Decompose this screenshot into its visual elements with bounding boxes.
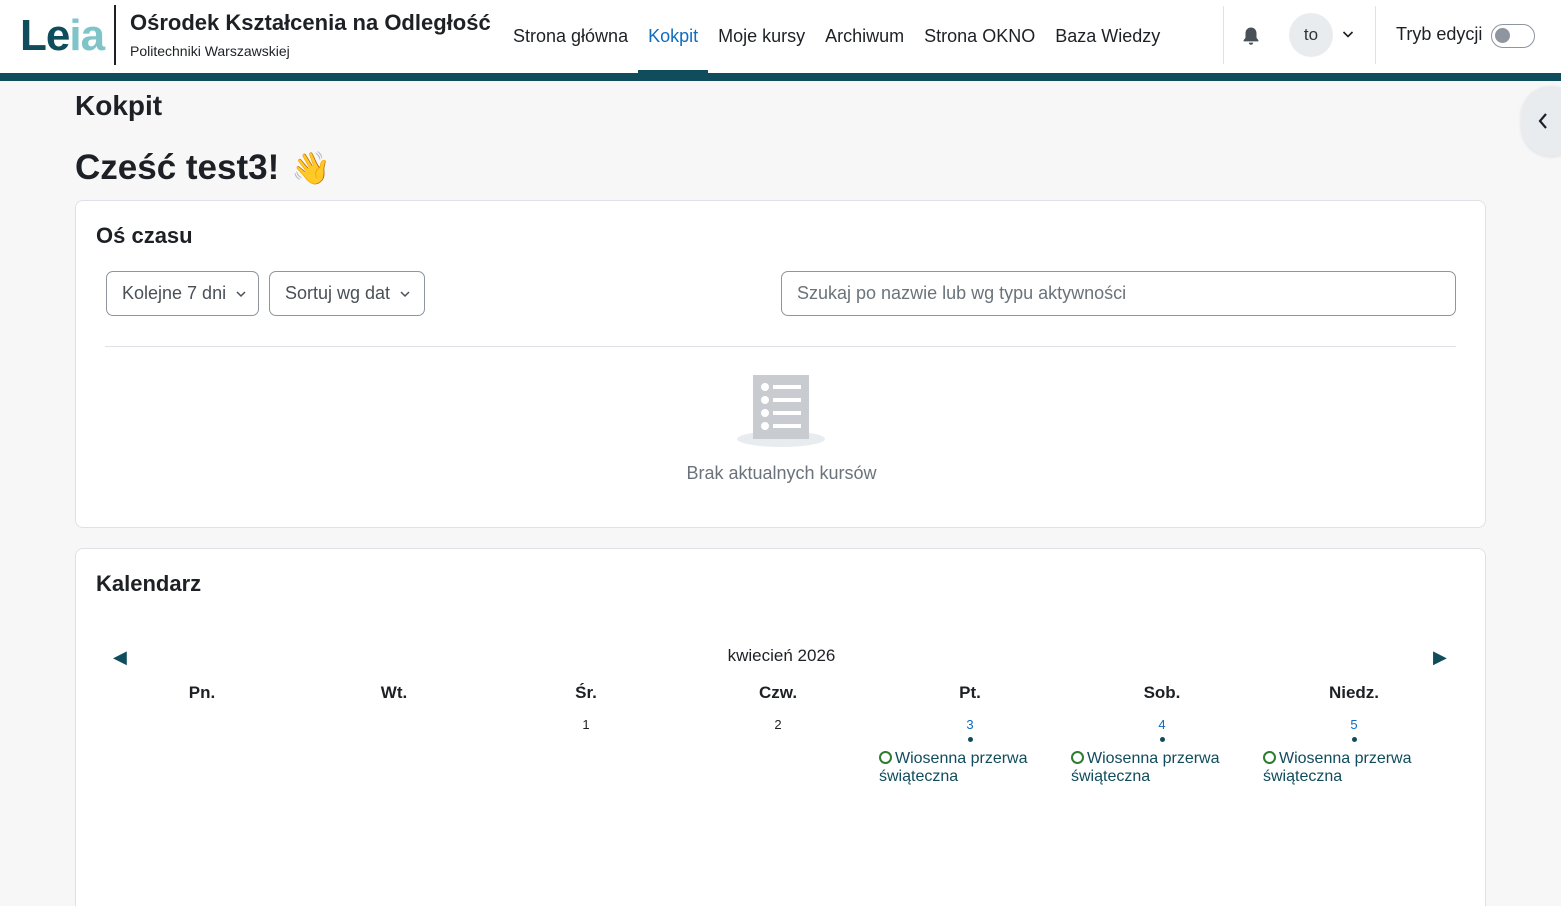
calendar-event[interactable]: Wiosenna przerwa świąteczna <box>1263 750 1450 786</box>
nav-link-my-courses[interactable]: Moje kursy <box>708 0 815 73</box>
event-dot <box>967 737 973 742</box>
weekday-label: Wt. <box>380 683 408 702</box>
calendar-day[interactable]: 3 Wiosenna przerwa świąteczna <box>874 717 1066 797</box>
calendar-grid: Pn. Wt. Śr. Czw. Pt. Sob. Niedz. 1 2 3 W… <box>106 683 1450 797</box>
event-dot <box>1351 737 1357 742</box>
event-circle-icon <box>1263 751 1276 764</box>
weekday-label: Pt. <box>959 683 981 702</box>
calendar-month-label: kwiecień 2026 <box>727 646 836 665</box>
weekday-label: Śr. <box>575 683 597 702</box>
timeline-block: Oś czasu Kolejne 7 dni Sortuj wg dat Bra… <box>75 200 1486 528</box>
nav-separator <box>1375 6 1376 64</box>
timeline-title: Oś czasu <box>96 223 193 248</box>
empty-list-icon <box>736 373 826 449</box>
nav-link-dashboard[interactable]: Kokpit <box>638 0 709 73</box>
calendar-day[interactable]: 2 <box>682 717 874 797</box>
user-menu-chevron-down-icon[interactable] <box>1341 27 1355 41</box>
chevron-down-icon <box>399 288 411 300</box>
event-title: Wiosenna przerwa świąteczna <box>1071 750 1220 785</box>
user-avatar[interactable]: to <box>1289 13 1333 57</box>
day-number-link[interactable]: 4 <box>1066 717 1258 733</box>
nav-link-knowledge-base[interactable]: Baza Wiedzy <box>1045 0 1170 73</box>
calendar-next-month-arrow-icon[interactable]: ▶ <box>1433 647 1447 668</box>
navbar-accent-stripe <box>0 73 1561 81</box>
calendar-day[interactable]: 1 <box>490 717 682 797</box>
leia-logo[interactable]: Le ia <box>20 11 105 60</box>
calendar-weekday-header: Pn. Wt. Śr. Czw. Pt. Sob. Niedz. <box>106 683 1450 703</box>
calendar-day-empty <box>106 717 298 797</box>
calendar-day-empty <box>298 717 490 797</box>
event-circle-icon <box>879 751 892 764</box>
timeline-range-dropdown[interactable]: Kolejne 7 dni <box>106 271 259 316</box>
primary-nav: Strona główna Kokpit Moje kursy Archiwum… <box>503 0 1170 73</box>
event-title: Wiosenna przerwa świąteczna <box>1263 750 1412 785</box>
page-title: Kokpit <box>75 90 163 121</box>
waving-hand-icon: 👋 <box>291 150 332 186</box>
day-number: 1 <box>582 717 590 732</box>
timeline-empty-message: Brak aktualnych kursów <box>686 463 877 483</box>
calendar-week-row: 1 2 3 Wiosenna przerwa świąteczna 4 Wios… <box>106 717 1450 797</box>
logo-le-text: Le <box>20 11 70 60</box>
timeline-divider <box>105 346 1456 347</box>
logo-divider <box>114 5 116 65</box>
org-title: Ośrodek Kształcenia na Odległość <box>130 10 491 35</box>
org-subtitle: Politechniki Warszawskiej <box>130 43 290 59</box>
nav-link-home[interactable]: Strona główna <box>503 0 638 73</box>
nav-link-okno[interactable]: Strona OKNO <box>914 0 1045 73</box>
timeline-range-label: Kolejne 7 dni <box>122 283 227 303</box>
day-number-link[interactable]: 3 <box>874 717 1066 733</box>
notifications-bell-icon[interactable] <box>1240 24 1262 48</box>
top-navbar: Le ia Ośrodek Kształcenia na Odległość Po… <box>0 0 1561 73</box>
logo-ia-text: ia <box>69 11 105 60</box>
nav-link-archive[interactable]: Archiwum <box>815 0 914 73</box>
event-title: Wiosenna przerwa świąteczna <box>879 750 1028 785</box>
edit-mode-toggle[interactable] <box>1491 24 1535 48</box>
weekday-label: Czw. <box>758 683 798 702</box>
event-circle-icon <box>1071 751 1084 764</box>
day-number-link[interactable]: 5 <box>1258 717 1450 733</box>
calendar-event[interactable]: Wiosenna przerwa świąteczna <box>1071 750 1258 786</box>
nav-separator <box>1223 6 1224 64</box>
timeline-sort-dropdown[interactable]: Sortuj wg dat <box>269 271 425 316</box>
timeline-search-input[interactable] <box>781 271 1456 316</box>
calendar-event[interactable]: Wiosenna przerwa świąteczna <box>879 750 1066 786</box>
weekday-label: Pn. <box>188 683 216 702</box>
timeline-sort-label: Sortuj wg dat <box>285 283 391 303</box>
day-number: 2 <box>774 717 782 732</box>
greeting-heading: Cześć test3! 👋 <box>75 148 331 188</box>
greeting-text: Cześć test3! <box>75 148 280 187</box>
calendar-day[interactable]: 5 Wiosenna przerwa świąteczna <box>1258 717 1450 797</box>
weekday-label: Sob. <box>1143 683 1181 702</box>
calendar-block: Kalendarz ◀ kwiecień 2026 ▶ Pn. Wt. Śr. … <box>75 548 1486 906</box>
chevron-left-icon <box>1538 113 1547 129</box>
edit-mode-label: Tryb edycji <box>1396 24 1483 44</box>
weekday-label: Niedz. <box>1328 683 1380 702</box>
calendar-day[interactable]: 4 Wiosenna przerwa świąteczna <box>1066 717 1258 797</box>
open-drawer-button[interactable] <box>1521 86 1561 156</box>
calendar-title: Kalendarz <box>96 571 202 596</box>
toggle-knob <box>1495 28 1510 43</box>
event-dot <box>1159 737 1165 742</box>
chevron-down-icon <box>235 288 247 300</box>
